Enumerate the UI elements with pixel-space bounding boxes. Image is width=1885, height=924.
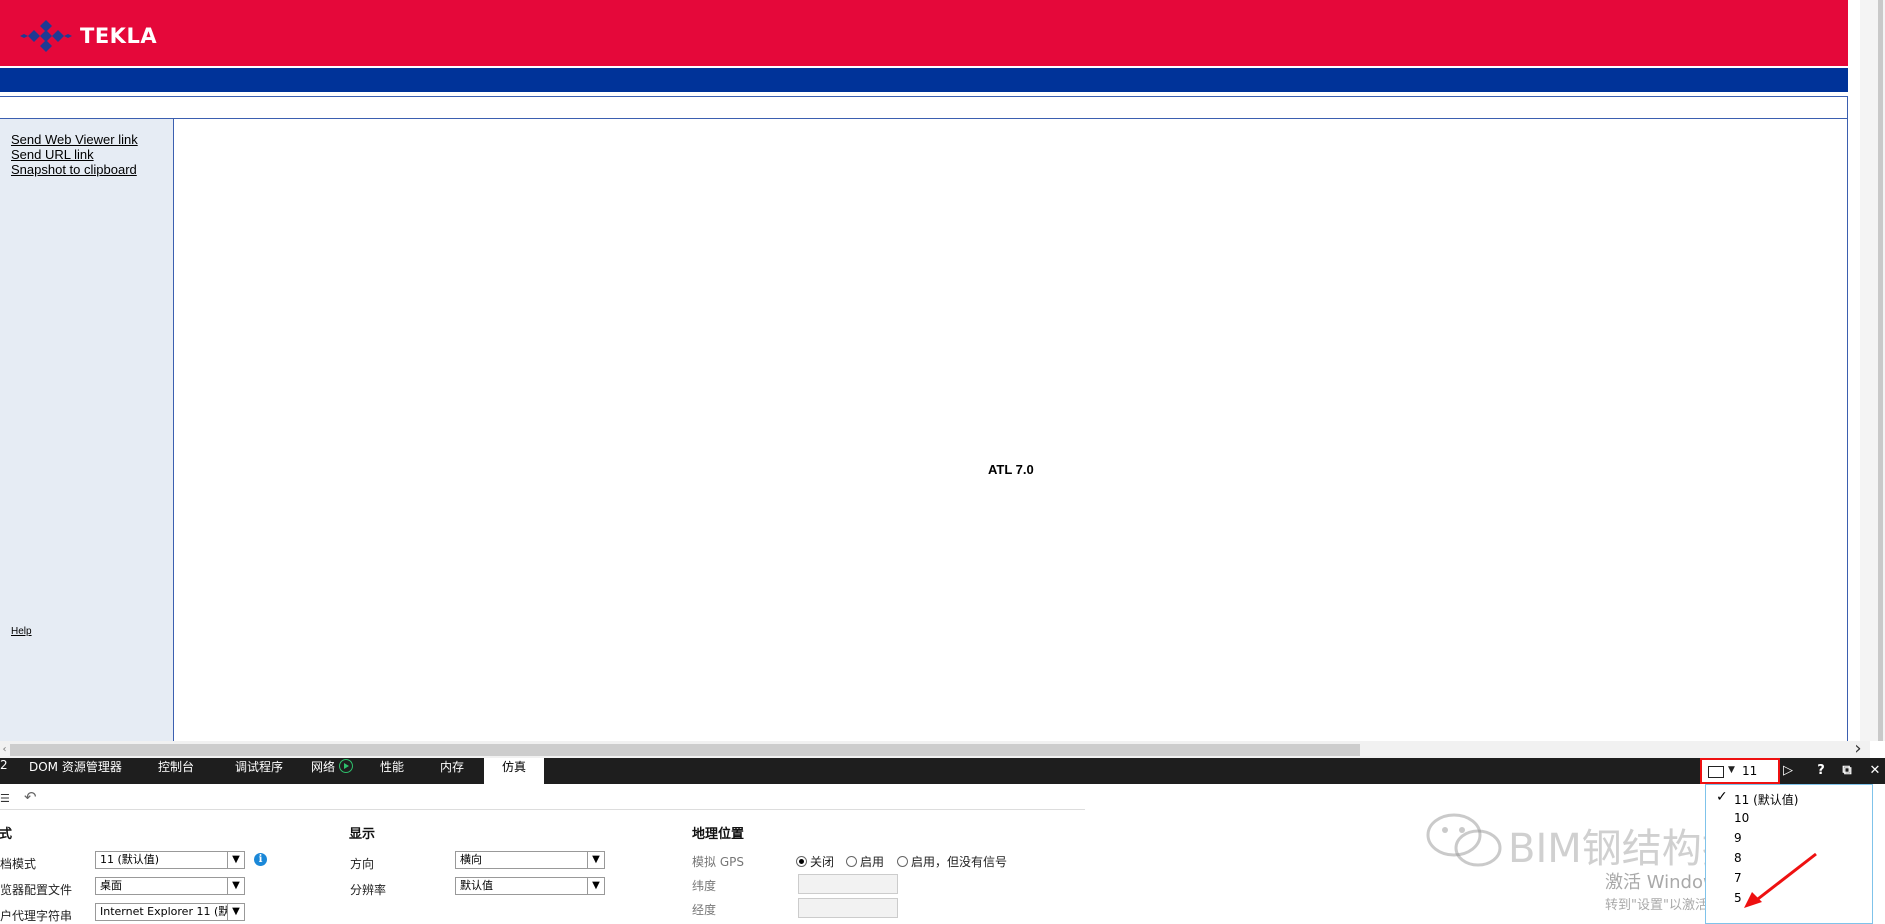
- send-url-link[interactable]: Send URL link: [11, 147, 94, 162]
- horizontal-scrollbar-thumb[interactable]: [10, 744, 1360, 756]
- longitude-label: 经度: [692, 903, 717, 917]
- browser-profile-label: 浏览器配置文件: [0, 883, 73, 897]
- chevron-down-icon: ▼: [587, 852, 604, 868]
- snapshot-to-clipboard-link[interactable]: Snapshot to clipboard: [11, 162, 137, 177]
- viewer-content: [174, 119, 1848, 741]
- help-button[interactable]: ?: [1808, 758, 1834, 784]
- dropdown-item[interactable]: 11 (默认值): [1734, 791, 1798, 808]
- geolocation-section-title: 地理位置: [692, 827, 745, 842]
- tab-debugger[interactable]: 调试程序: [235, 758, 283, 784]
- check-icon: ✓: [1716, 789, 1728, 805]
- vertical-scrollbar-thumb[interactable]: [1878, 0, 1883, 741]
- wechat-logo-icon: [1426, 813, 1502, 867]
- chevron-down-icon: ▼: [227, 878, 244, 894]
- browser-profile-value: 桌面: [100, 879, 122, 892]
- orientation-label: 方向: [350, 857, 375, 871]
- emulation-toolbar: [0, 784, 1085, 810]
- gps-on-radio[interactable]: [846, 856, 857, 867]
- display-section-title: 显示: [349, 827, 376, 842]
- send-web-viewer-link[interactable]: Send Web Viewer link: [11, 132, 138, 147]
- user-agent-label: 用户代理字符串: [0, 909, 73, 923]
- tab-dom-explorer[interactable]: DOM 资源管理器: [29, 758, 122, 784]
- play-icon: [339, 759, 354, 773]
- gps-label: 模拟 GPS: [692, 855, 744, 869]
- nav-bar: [0, 68, 1848, 92]
- console-button[interactable]: ▷: [1775, 758, 1801, 784]
- orientation-select[interactable]: 横向 ▼: [455, 851, 605, 869]
- reset-icon[interactable]: ↶: [24, 788, 37, 806]
- close-button[interactable]: ✕: [1862, 758, 1885, 784]
- doc-mode-select[interactable]: 11 (默认值) ▼: [95, 851, 245, 869]
- gps-no-signal-label: 启用，但没有信号: [911, 855, 1008, 869]
- monitor-icon: [1708, 766, 1724, 778]
- toolbar-strip: [0, 96, 1848, 119]
- info-icon[interactable]: i: [254, 853, 267, 866]
- gps-off-radio[interactable]: [796, 856, 807, 867]
- scroll-left-icon[interactable]: ‹: [0, 741, 9, 758]
- tekla-brand: TEKLA: [80, 24, 158, 48]
- sidebar: Send Web Viewer link Send URL link Snaps…: [0, 119, 174, 741]
- latitude-label: 纬度: [692, 879, 717, 893]
- document-mode-selector[interactable]: ▼ 11: [1700, 758, 1780, 784]
- user-agent-value: Internet Explorer 11 (默: [100, 905, 230, 918]
- tab-performance[interactable]: 性能: [380, 758, 404, 784]
- tab-memory[interactable]: 内存: [440, 758, 464, 784]
- undock-button[interactable]: ⧉: [1834, 758, 1860, 784]
- tekla-logo-icon: [20, 20, 72, 52]
- resolution-select[interactable]: 默认值 ▼: [455, 877, 605, 895]
- chevron-down-icon: ▼: [227, 904, 244, 920]
- chevron-down-icon: ▼: [227, 852, 244, 868]
- document-mode-value: 11: [1742, 764, 1758, 778]
- red-arrow-annotation: [1744, 852, 1817, 908]
- atl-version-text: ATL 7.0: [988, 462, 1034, 477]
- scroll-right-icon[interactable]: ›: [1848, 739, 1868, 759]
- resolution-value: 默认值: [460, 879, 493, 892]
- tab-emulation[interactable]: 仿真: [484, 758, 544, 784]
- browser-profile-select[interactable]: 桌面 ▼: [95, 877, 245, 895]
- dropdown-item[interactable]: 9: [1734, 831, 1742, 845]
- doc-mode-label: 文档模式: [0, 857, 37, 871]
- help-link[interactable]: Help: [11, 626, 32, 637]
- resolution-label: 分辨率: [350, 883, 387, 897]
- dropdown-item[interactable]: 10: [1734, 811, 1749, 825]
- latitude-input[interactable]: [798, 874, 898, 894]
- tab-console[interactable]: 控制台: [158, 758, 194, 784]
- doc-mode-select-value: 11 (默认值): [100, 853, 160, 866]
- menu-icon[interactable]: ☰: [0, 792, 10, 805]
- tab-network-label: 网络: [311, 760, 336, 774]
- tab-network[interactable]: 网络: [311, 758, 354, 784]
- longitude-input[interactable]: [798, 898, 898, 918]
- mode-section-title: 模式: [0, 827, 13, 842]
- tekla-header: [0, 0, 1848, 66]
- caret-down-icon: ▼: [1728, 765, 1735, 775]
- user-agent-select[interactable]: Internet Explorer 11 (默 ▼: [95, 903, 245, 921]
- gps-off-label: 关闭: [810, 855, 835, 869]
- gps-on-label: 启用: [860, 855, 885, 869]
- tab-number[interactable]: 2: [0, 758, 8, 784]
- orientation-value: 横向: [460, 853, 482, 866]
- gps-no-signal-radio[interactable]: [897, 856, 908, 867]
- chevron-down-icon: ▼: [587, 878, 604, 894]
